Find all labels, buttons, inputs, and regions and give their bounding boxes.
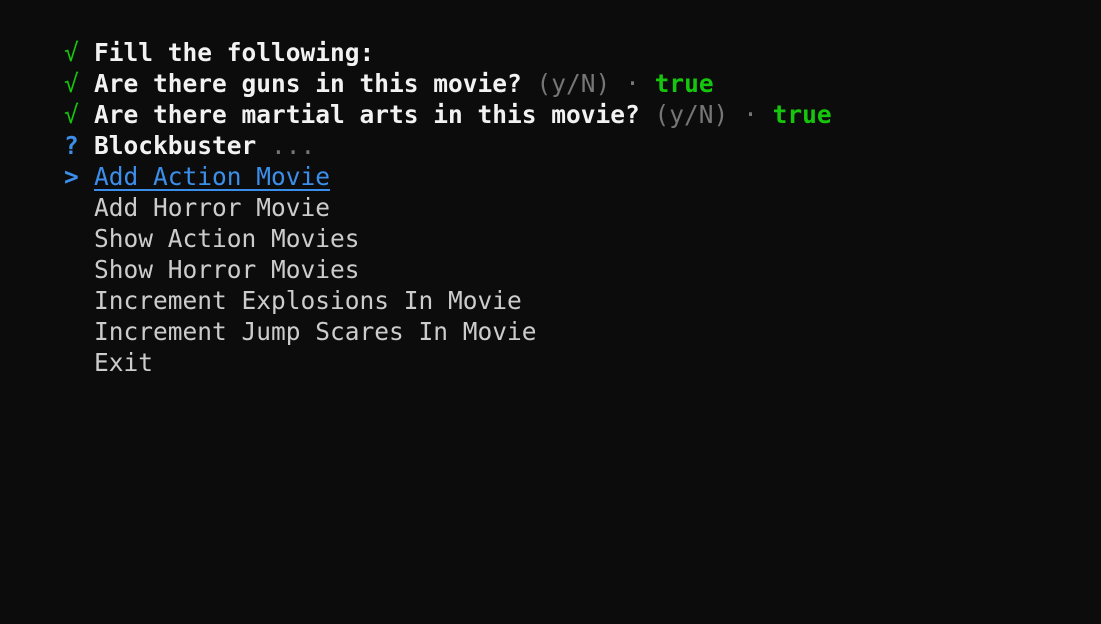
terminal-window: √ Fill the following: √ Are there guns in …	[0, 0, 1101, 624]
check-icon: √	[64, 100, 79, 129]
menu-item-label[interactable]: Show Horror Movies	[94, 255, 360, 284]
menu-item-label[interactable]: Increment Jump Scares In Movie	[94, 317, 537, 346]
prompt-hint: (y/N)	[654, 100, 729, 129]
prompt-separator: ·	[625, 69, 640, 98]
check-icon: √	[64, 38, 79, 67]
question-icon: ?	[64, 131, 79, 160]
prompt-hint: ...	[271, 131, 316, 160]
prompt-answer: true	[772, 100, 832, 129]
prompt-question: Blockbuster	[94, 131, 257, 160]
pointer-icon: >	[64, 162, 79, 191]
menu-item-label[interactable]: Add Action Movie	[94, 162, 330, 191]
prompt-question: Are there martial arts in this movie?	[94, 100, 640, 129]
menu-item-label[interactable]: Add Horror Movie	[94, 193, 330, 222]
prompt-answer: true	[654, 69, 714, 98]
menu-item-label[interactable]: Show Action Movies	[94, 224, 360, 253]
prompt-separator: ·	[743, 100, 758, 129]
prompt-question: Are there guns in this movie?	[94, 69, 522, 98]
check-icon: √	[64, 69, 79, 98]
prompt-line-fill: √ Fill the following:	[0, 6, 1101, 67]
menu-item-label[interactable]: Exit	[94, 348, 153, 377]
prompt-hint: (y/N)	[536, 69, 611, 98]
menu-item-label[interactable]: Increment Explosions In Movie	[94, 286, 522, 315]
prompt-question: Fill the following:	[94, 38, 375, 67]
